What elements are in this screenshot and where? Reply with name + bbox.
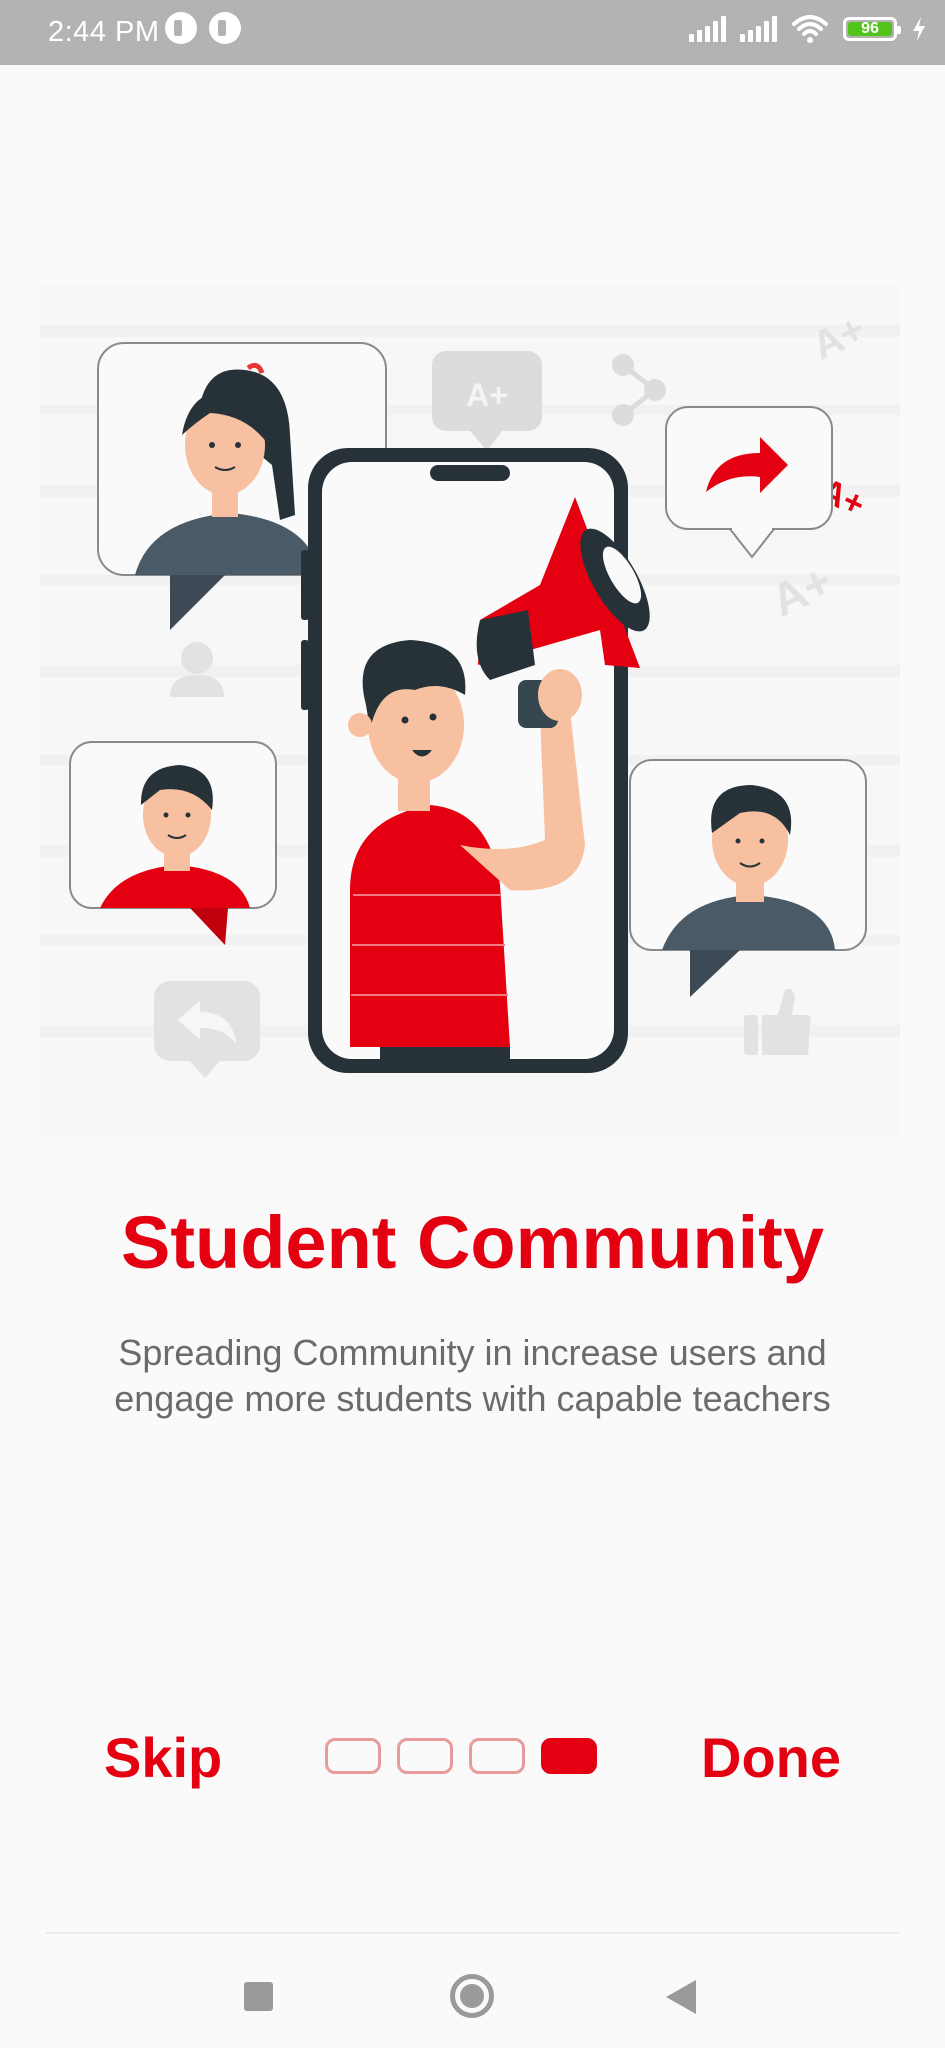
- description-line: engage more students with capable teache…: [114, 1378, 831, 1419]
- notification-icon: [209, 12, 241, 44]
- charging-icon: [913, 17, 925, 41]
- status-notifications: [165, 12, 241, 44]
- signal-icon: [740, 16, 777, 42]
- page-dot-2[interactable]: [397, 1738, 453, 1774]
- page-dot-1[interactable]: [325, 1738, 381, 1774]
- onboarding-description: Spreading Community in increase users an…: [60, 1330, 885, 1422]
- status-bar: 2:44 PM 96: [0, 0, 945, 65]
- grade-mark: A+: [466, 377, 508, 413]
- page-dot-4-active[interactable]: [541, 1738, 597, 1774]
- phone-with-man-megaphone: [301, 448, 650, 1073]
- page-dot-3[interactable]: [469, 1738, 525, 1774]
- signal-icon: [689, 16, 726, 42]
- onboarding-illustration: A+ A+ A+ A+: [40, 285, 900, 1135]
- battery-icon: 96: [843, 17, 901, 41]
- description-line: Spreading Community in increase users an…: [118, 1332, 827, 1373]
- page-indicator: [325, 1738, 597, 1774]
- status-indicators: 96: [689, 14, 927, 44]
- notification-icon: [165, 12, 197, 44]
- home-icon[interactable]: [450, 1974, 494, 2018]
- battery-level: 96: [861, 20, 879, 37]
- status-time: 2:44 PM: [48, 16, 160, 48]
- done-button[interactable]: Done: [701, 1725, 841, 1790]
- wifi-icon: [792, 15, 828, 43]
- skip-button[interactable]: Skip: [104, 1725, 222, 1790]
- back-icon[interactable]: [666, 1980, 696, 2014]
- onboarding-title: Student Community: [121, 1201, 824, 1284]
- system-nav-bar: [0, 1934, 945, 2048]
- recents-icon[interactable]: [244, 1982, 273, 2011]
